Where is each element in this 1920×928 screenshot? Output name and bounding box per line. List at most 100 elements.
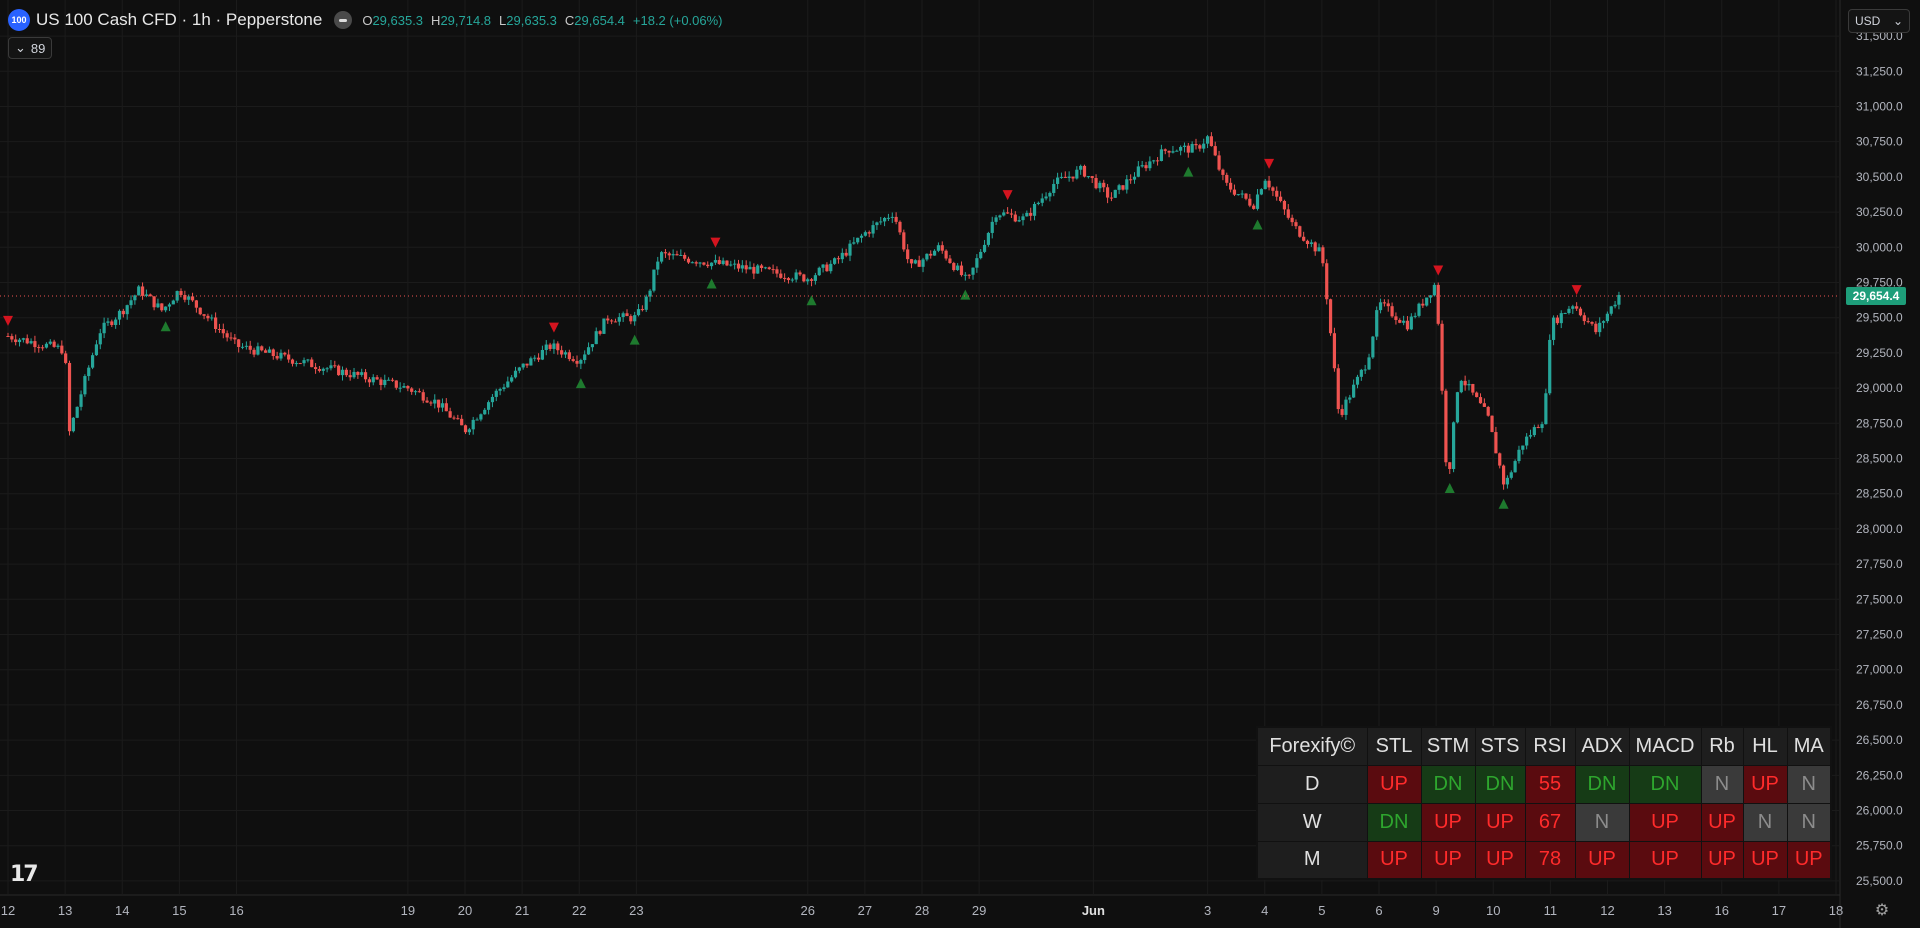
candle-body (894, 216, 898, 222)
candle-body (667, 253, 671, 256)
candle-body (1478, 397, 1483, 404)
signal-cell: N (1786, 802, 1832, 842)
candle-body (17, 339, 22, 343)
candle-body (1278, 196, 1283, 201)
candle-body (348, 375, 352, 378)
candle-body (575, 360, 579, 364)
candle-body (67, 362, 72, 432)
candle-body (598, 331, 602, 334)
candle-body (417, 391, 421, 393)
candle-body (636, 309, 641, 316)
candle-body (1551, 317, 1556, 340)
current-price-label: 29,654.4 (1853, 289, 1900, 303)
candle-body (1325, 263, 1329, 300)
candle-body (486, 402, 491, 410)
candle-body (1567, 308, 1571, 314)
buy-signal-marker (1183, 166, 1194, 177)
candle-body (1444, 390, 1448, 463)
candle-body (206, 315, 210, 319)
candle-body (1321, 247, 1325, 264)
candle-body (840, 252, 844, 260)
candle-body (367, 379, 372, 383)
tradingview-logo[interactable]: 17 (10, 862, 39, 887)
candle-body (1363, 369, 1367, 371)
candle-body (721, 260, 725, 264)
gear-icon[interactable]: ⚙ (1872, 900, 1892, 920)
candle-body (975, 258, 979, 268)
candle-body (1121, 185, 1125, 190)
signal-cell: UP (1742, 764, 1788, 804)
candle-body (475, 419, 479, 421)
candle-body (1179, 146, 1183, 151)
candle-body (210, 317, 214, 319)
signal-cell: UP (1574, 840, 1630, 880)
symbol-logo[interactable]: 100 (8, 9, 30, 31)
candle-body (494, 390, 498, 397)
candle-body (94, 344, 99, 356)
candle-body (1448, 462, 1452, 469)
candle-body (859, 235, 864, 238)
chevron-down-icon: ⌄ (15, 40, 26, 55)
candle-body (1409, 316, 1413, 330)
x-tick-label: 23 (629, 903, 643, 918)
candle-body (952, 263, 956, 271)
candle-body (1086, 176, 1090, 178)
candle-body (1302, 236, 1306, 241)
candle-body (444, 403, 448, 412)
candle-body (833, 258, 837, 264)
candle-body (956, 265, 960, 271)
buy-signal-marker (160, 321, 171, 332)
candle-body (329, 365, 333, 369)
candle-body (1102, 182, 1106, 188)
candle-body (1036, 202, 1040, 204)
candle-body (1490, 415, 1494, 433)
y-tick-label: 29,500.0 (1856, 311, 1903, 325)
candle-body (260, 346, 264, 351)
more-options-button[interactable] (334, 11, 353, 29)
x-tick-label: 6 (1375, 903, 1382, 918)
candle-body (1255, 194, 1260, 209)
candle-body (802, 274, 806, 282)
candle-body (590, 344, 594, 348)
y-tick-label: 29,250.0 (1856, 346, 1903, 360)
candle-body (1540, 424, 1544, 429)
candle-body (863, 232, 867, 236)
candle-body (1605, 313, 1609, 322)
candle-body (940, 245, 944, 251)
candle-body (375, 377, 379, 380)
candle-body (794, 272, 798, 280)
candle-body (379, 379, 383, 385)
indicators-toggle-button[interactable]: ⌄ 89 (8, 37, 53, 59)
candle-body (440, 403, 445, 408)
candle-body (1159, 149, 1164, 161)
signal-cell: N (1742, 802, 1788, 842)
candle-body (360, 372, 364, 375)
candle-body (733, 263, 737, 265)
candle-body (1294, 222, 1298, 227)
candle-body (1117, 185, 1121, 190)
candle-body (756, 265, 760, 274)
candle-body (1140, 165, 1144, 167)
symbol-header: 100 US 100 Cash CFD · 1h · Pepperstone O… (8, 8, 723, 32)
candle-body (448, 411, 452, 418)
currency-select[interactable]: USD ⌄ (1848, 9, 1910, 33)
symbol-title[interactable]: US 100 Cash CFD · 1h · Pepperstone (36, 10, 322, 30)
candle-body (506, 381, 510, 388)
y-tick-label: 26,000.0 (1856, 804, 1903, 818)
candle-body (736, 263, 741, 269)
candle-body (1263, 180, 1267, 190)
candle-body (752, 266, 756, 274)
candle-body (683, 254, 687, 259)
signal-cell: 55 (1524, 764, 1576, 804)
candle-body (106, 321, 110, 323)
candle-body (1421, 303, 1425, 306)
candle-body (1013, 214, 1017, 222)
candle-body (586, 347, 591, 355)
candle-body (1525, 436, 1529, 446)
candle-body (383, 379, 387, 385)
candle-body (48, 341, 52, 344)
candle-body (410, 388, 414, 392)
candle-body (198, 307, 202, 315)
signal-cell: UP (1628, 802, 1702, 842)
candle-body (1286, 209, 1290, 218)
